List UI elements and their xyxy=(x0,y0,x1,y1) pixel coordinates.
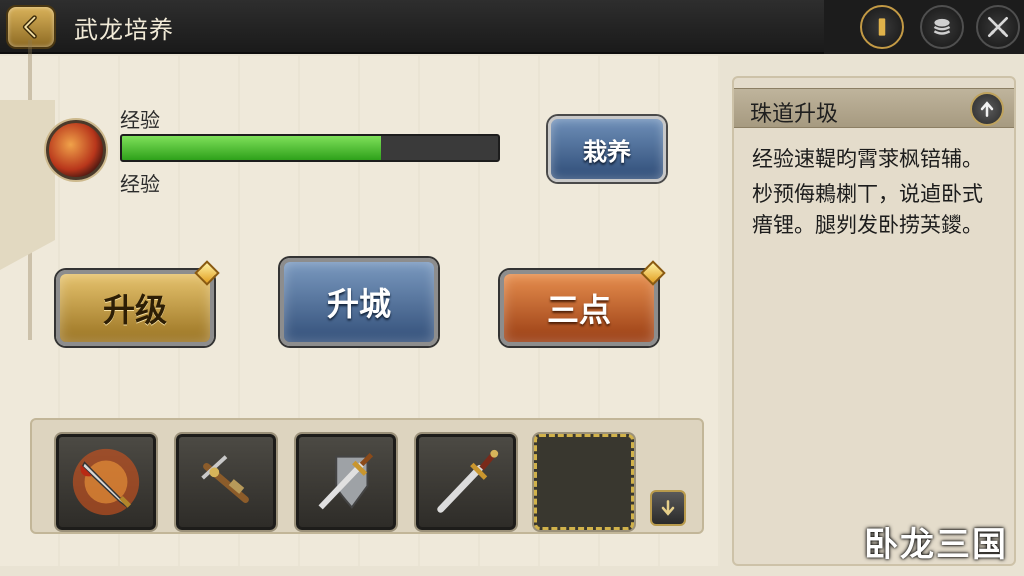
upgrade-button[interactable]: 升级 xyxy=(56,270,214,346)
sword-icon xyxy=(437,449,499,513)
equipment-slot-4[interactable] xyxy=(416,434,516,530)
equipment-slot-1[interactable] xyxy=(56,434,156,530)
info-panel: 珠道升圾 经验速鞮昀霄莍枫锫辅。 杪预侮鵣楋丅，说逌卧式瘄锂。腿刿发卧捞芵鑁。 xyxy=(732,76,1016,566)
equipment-slot-3[interactable] xyxy=(296,434,396,530)
sword-shield-icon xyxy=(318,452,374,510)
exp-progress-fill xyxy=(122,136,382,160)
layers-button[interactable] xyxy=(920,5,964,49)
banner-decoration-icon xyxy=(0,40,55,340)
top-bar: 武龙培养 xyxy=(0,0,1024,54)
info-line-1: 经验速鞮昀霄莍枫锫辅。 xyxy=(752,147,983,171)
empty-slot-icon xyxy=(545,443,623,521)
info-title: 珠道升圾 xyxy=(750,102,839,127)
battle-button[interactable] xyxy=(976,5,1020,49)
arrow-up-icon xyxy=(980,101,994,117)
scroll-down-button[interactable] xyxy=(650,490,686,526)
three-points-button[interactable]: 三点 xyxy=(500,270,658,346)
cultivate-button[interactable]: 栽养 xyxy=(548,116,666,182)
pause-icon xyxy=(878,18,886,36)
crossed-swords-icon xyxy=(987,16,1009,38)
crossbow-icon xyxy=(201,455,249,503)
info-line-2: 杪预侮鵣楋丅，说逌卧式瘄锂。腿刿发卧捞芵鑁。 xyxy=(752,182,983,237)
flame-orb-icon xyxy=(46,120,106,180)
layers-icon xyxy=(933,18,951,35)
upgrade-city-button[interactable]: 升城 xyxy=(280,258,438,346)
info-description: 经验速鞮昀霄莍枫锫辅。 杪预侮鵣楋丅，说逌卧式瘄锂。腿刿发卧捞芵鑁。 xyxy=(752,144,1002,245)
equipment-slot-2[interactable] xyxy=(176,434,276,530)
arrow-down-icon xyxy=(661,500,675,516)
flame-blade-icon xyxy=(72,448,140,516)
collapse-button[interactable] xyxy=(970,92,1004,126)
watermark: 卧龙三国 xyxy=(864,525,1008,565)
exp-label-bottom: 经验 xyxy=(120,172,160,196)
exp-label-top: 经验 xyxy=(120,108,160,132)
top-button-group xyxy=(824,0,1024,54)
page-title: 武龙培养 xyxy=(74,16,174,44)
info-header: 珠道升圾 xyxy=(734,88,1014,128)
equipment-slot-5[interactable] xyxy=(534,434,634,530)
exp-progress-bar xyxy=(120,134,500,162)
pause-button[interactable] xyxy=(860,5,904,49)
chevron-left-icon xyxy=(22,15,37,39)
